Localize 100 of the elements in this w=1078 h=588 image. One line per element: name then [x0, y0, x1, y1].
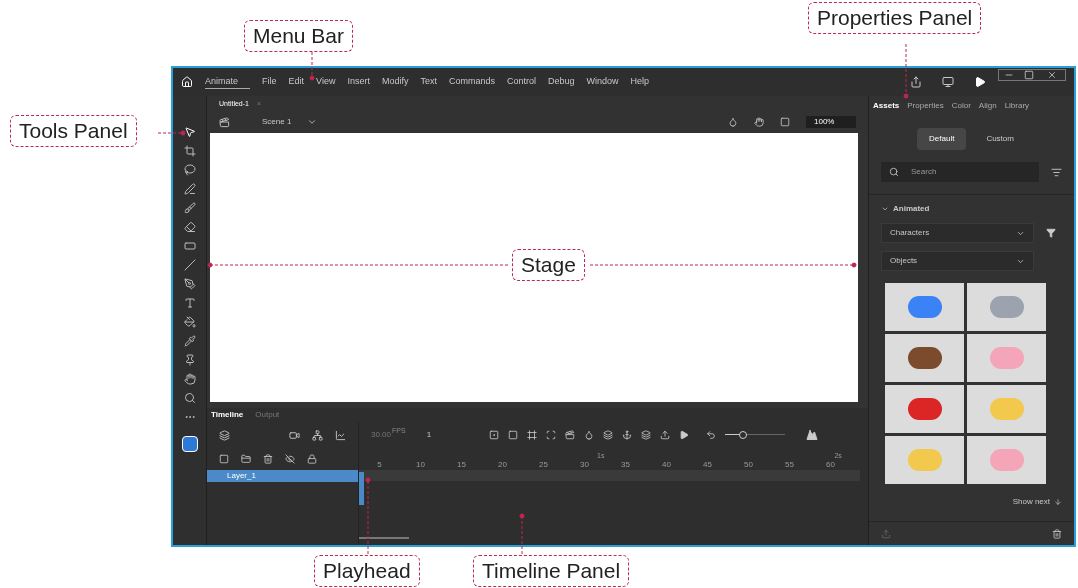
filter-icon[interactable] [1046, 228, 1056, 238]
frame-tick: 10 [415, 460, 426, 470]
brush-icon[interactable] [183, 202, 196, 214]
panel-tab[interactable]: Assets [873, 100, 900, 112]
play-icon[interactable] [974, 76, 986, 88]
line-icon[interactable] [183, 259, 196, 271]
frame-tick: 45 [702, 460, 713, 470]
panel-tab[interactable]: Timeline [211, 409, 244, 421]
panel-tab[interactable]: Color [951, 100, 971, 112]
anchor-icon[interactable] [622, 430, 633, 440]
lasso-icon[interactable] [183, 164, 196, 176]
frame-tick: 55 [784, 460, 795, 470]
pencil-icon[interactable] [183, 183, 196, 195]
character-thumbnail[interactable] [885, 436, 964, 484]
screen-icon[interactable] [942, 76, 954, 88]
layers-icon[interactable] [219, 429, 230, 441]
menu-item[interactable]: Window [586, 75, 619, 89]
character-thumbnail[interactable] [967, 334, 1046, 382]
frame-tick: 50 [743, 460, 754, 470]
section-title[interactable]: Animated [893, 203, 930, 215]
new-layer-icon[interactable] [219, 454, 229, 464]
frame-tick: 40 [661, 460, 672, 470]
category-dropdown[interactable]: Characters [881, 223, 1034, 243]
zoom-icon[interactable] [183, 392, 196, 404]
character-thumbnail[interactable] [885, 334, 964, 382]
keyframe-icon[interactable] [489, 430, 500, 440]
fill-color-swatch[interactable] [181, 436, 198, 452]
publish-icon[interactable] [910, 76, 922, 88]
character-thumbnail[interactable] [967, 436, 1046, 484]
chevron-icon[interactable] [307, 117, 318, 127]
menu-item[interactable]: Help [630, 75, 650, 89]
search-field[interactable]: Search [881, 162, 1039, 182]
trash-icon[interactable] [263, 454, 273, 464]
eraser-icon[interactable] [183, 221, 196, 233]
menu-item[interactable]: View [316, 75, 336, 89]
callout-label: Properties Panel [808, 2, 982, 34]
frame-tick: 60 [825, 460, 836, 470]
search-input[interactable]: Search [911, 166, 1011, 178]
hierarchy-icon[interactable] [312, 429, 323, 441]
frame-tick: 25 [538, 460, 549, 470]
menu-item[interactable]: Debug [548, 75, 575, 89]
callout-label: Menu Bar [244, 20, 354, 52]
character-thumbnail[interactable] [967, 385, 1046, 433]
callout-label: Tools Panel [10, 115, 137, 147]
frame-tick: 15 [456, 460, 467, 470]
menu-item[interactable]: Modify [381, 75, 409, 89]
arrow-down-icon [1054, 498, 1062, 506]
eyedropper-icon[interactable] [183, 335, 196, 347]
blank-keyframe-icon[interactable] [508, 430, 519, 440]
menu-item[interactable]: Insert [347, 75, 370, 89]
layer-row[interactable]: Layer_1 [207, 470, 358, 482]
hand-icon[interactable] [183, 373, 196, 385]
zoom-slider[interactable] [725, 431, 786, 439]
graph-icon[interactable] [335, 429, 346, 441]
frame-number[interactable]: 1 [426, 429, 432, 441]
leader-line [157, 130, 186, 136]
menu-item[interactable]: File [262, 75, 277, 89]
menu-item[interactable]: Edit [288, 75, 305, 89]
mode-button[interactable]: Default [917, 128, 967, 150]
zoom-field[interactable]: 100% [806, 116, 856, 128]
callout-label: Playhead [314, 555, 420, 587]
clip-icon[interactable] [780, 117, 790, 127]
trash-icon[interactable] [1052, 528, 1062, 539]
menu-item[interactable]: Text [420, 75, 437, 89]
hand-icon[interactable] [754, 117, 764, 127]
undo-icon[interactable] [706, 430, 717, 440]
home-icon[interactable] [181, 76, 193, 88]
character-thumbnail[interactable] [885, 385, 964, 433]
callout-label: Timeline Panel [473, 555, 630, 587]
chevron-icon[interactable] [881, 205, 889, 213]
pen-icon[interactable] [183, 278, 196, 290]
panel-tab[interactable]: Properties [907, 100, 944, 112]
panel-tab[interactable]: Align [978, 100, 997, 112]
pointer-icon[interactable] [183, 126, 196, 138]
panel-tab[interactable]: Library [1004, 100, 1030, 112]
paint-bucket-icon[interactable] [183, 316, 196, 328]
text-icon[interactable] [183, 297, 196, 309]
mode-button[interactable]: Custom [974, 128, 1026, 150]
search-icon [889, 167, 899, 177]
scene-name[interactable]: Scene 1 [262, 116, 292, 128]
show-next-link[interactable]: Show next [1012, 496, 1050, 508]
menu-item[interactable]: Control [507, 75, 536, 89]
category-dropdown[interactable]: Objects [881, 251, 1034, 271]
character-thumbnail[interactable] [967, 283, 1046, 331]
slider-thumb[interactable] [739, 431, 748, 439]
menu-item[interactable]: Commands [448, 75, 495, 89]
pin-icon[interactable] [183, 354, 196, 366]
list-icon[interactable] [1051, 166, 1062, 178]
workspace-tab[interactable]: Animate [205, 74, 251, 90]
rectangle-icon[interactable] [183, 240, 196, 252]
eye-off-icon[interactable] [285, 454, 295, 464]
mountain-icon[interactable] [806, 429, 819, 441]
character-thumbnail[interactable] [885, 283, 964, 331]
callout-label: Stage [512, 249, 585, 281]
play-icon[interactable] [679, 430, 690, 440]
folder-icon[interactable] [241, 454, 251, 464]
scrollbar[interactable] [359, 537, 409, 539]
frame-tick: 30 [579, 460, 590, 470]
lock-icon[interactable] [307, 454, 317, 464]
camera-icon[interactable] [289, 429, 300, 441]
